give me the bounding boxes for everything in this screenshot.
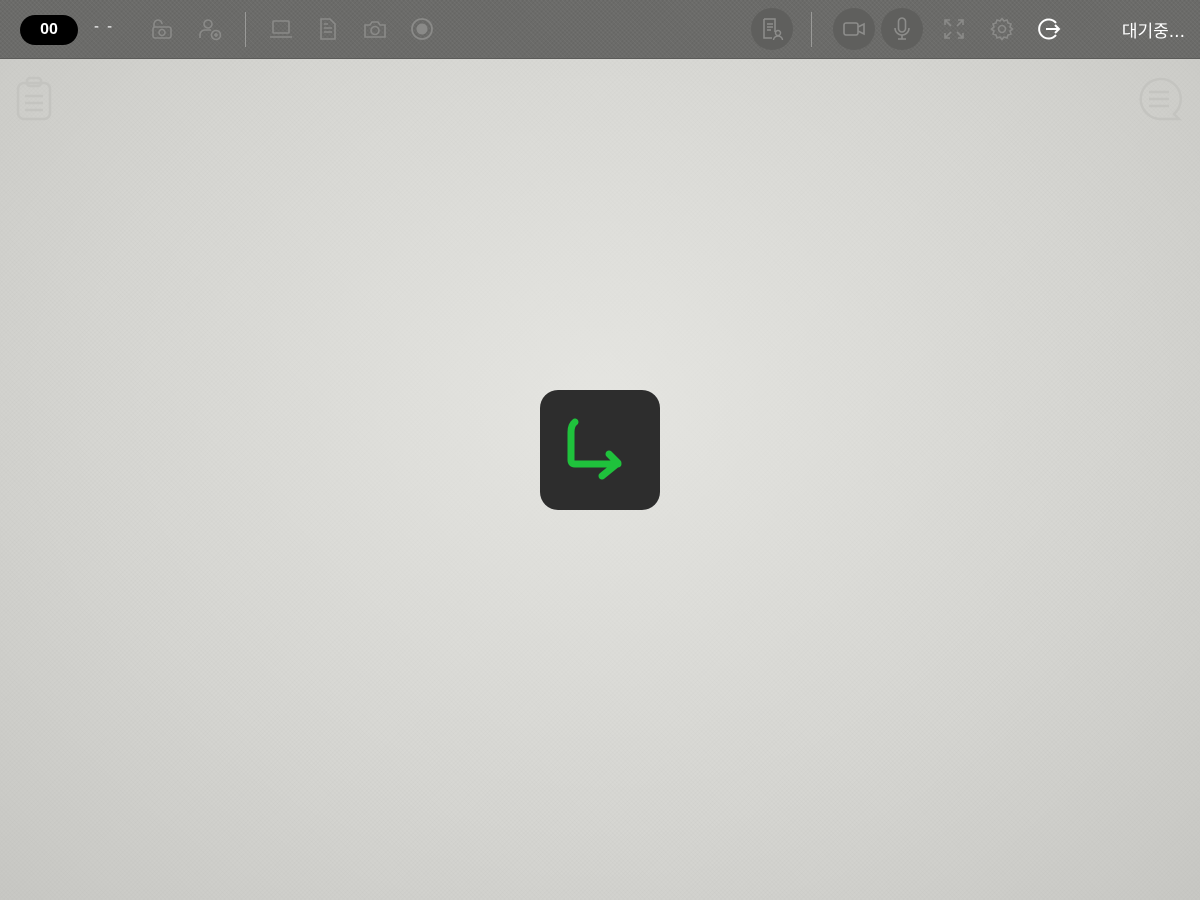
connection-status: 대기중...	[1121, 22, 1185, 42]
room-number-badge: 00	[20, 15, 78, 45]
video-icon[interactable]	[833, 8, 875, 50]
fullscreen-icon[interactable]	[935, 10, 973, 48]
room-name: - -	[94, 18, 115, 35]
settings-icon[interactable]	[983, 10, 1021, 48]
lock-camera-icon[interactable]	[143, 10, 181, 48]
participants-list-icon[interactable]	[751, 8, 793, 50]
document-icon[interactable]	[309, 10, 347, 48]
toolbar-divider	[811, 12, 812, 47]
microphone-icon[interactable]	[881, 8, 923, 50]
top-toolbar: 00 - - 대기중...	[0, 0, 1200, 59]
return-arrow-tile[interactable]	[540, 390, 660, 510]
return-arrow-icon	[567, 418, 622, 480]
camera-icon[interactable]	[356, 10, 394, 48]
chat-icon[interactable]	[1136, 76, 1183, 122]
exit-icon[interactable]	[1030, 10, 1068, 48]
add-user-icon[interactable]	[191, 10, 229, 48]
toolbar-divider	[245, 12, 246, 47]
clipboard-icon[interactable]	[12, 76, 58, 122]
screen-share-icon[interactable]	[262, 10, 300, 48]
record-icon[interactable]	[403, 10, 441, 48]
